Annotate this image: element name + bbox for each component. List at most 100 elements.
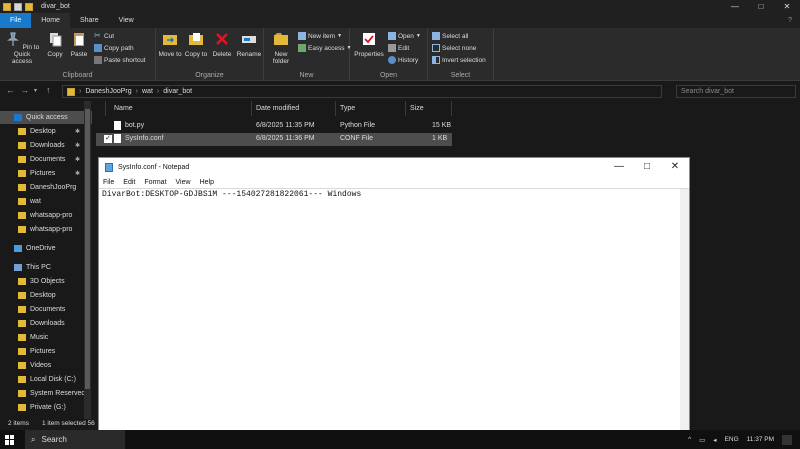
sidebar-item[interactable]: Music	[0, 331, 92, 344]
select-none-label: Select none	[442, 44, 477, 52]
notepad-close-button[interactable]: ✕	[661, 158, 689, 176]
navigation-scrollbar[interactable]	[84, 101, 91, 419]
select-none-icon	[432, 44, 440, 52]
paste-shortcut-button[interactable]: Paste shortcut	[94, 56, 146, 64]
history-button[interactable]: History	[388, 56, 418, 64]
tab-home[interactable]: Home	[31, 13, 70, 28]
rename-button[interactable]: Rename	[236, 31, 262, 58]
checkbox-checked-icon[interactable]: ✓	[104, 135, 112, 143]
file-date: 6/8/2025 11:35 PM	[256, 122, 315, 129]
sidebar-item-label: Downloads	[30, 142, 65, 149]
menu-format[interactable]: Format	[144, 179, 166, 186]
menu-file[interactable]: File	[103, 179, 114, 186]
sidebar-item[interactable]: Quick access	[0, 111, 92, 124]
sidebar-item[interactable]: System Reserved	[0, 387, 92, 400]
select-all-button[interactable]: Select all	[432, 32, 468, 40]
minimize-button[interactable]: —	[722, 0, 748, 13]
notepad-minimize-button[interactable]: —	[605, 158, 633, 176]
back-arrow-icon[interactable]: ←	[6, 85, 15, 95]
file-row-sysinfo-conf[interactable]: ✓ SysInfo.conf 6/8/2025 11:36 PM CONF Fi…	[96, 133, 452, 146]
up-arrow-icon[interactable]: ↑	[46, 85, 51, 95]
sidebar-item[interactable]: Desktop ✱	[0, 125, 92, 138]
notepad-text-area[interactable]: DivarBot:DESKTOP-GDJBS1M ---154027281822…	[99, 188, 689, 448]
sidebar-item-label: System Reserved	[30, 390, 86, 397]
tab-view[interactable]: View	[109, 13, 144, 28]
column-header-date[interactable]: Date modified	[252, 101, 336, 116]
sidebar-item[interactable]: Private (G:)	[0, 401, 92, 414]
recent-locations-icon[interactable]: ▾	[34, 87, 37, 94]
pin-icon: ✱	[74, 171, 80, 177]
tab-share[interactable]: Share	[70, 13, 109, 28]
sidebar-item-label: Documents	[30, 156, 66, 163]
sidebar-item[interactable]: Downloads ✱	[0, 139, 92, 152]
column-header-name[interactable]: Name	[110, 101, 252, 116]
sidebar-item[interactable]: DaneshJooPrg	[0, 181, 92, 194]
open-button[interactable]: Open ▼	[388, 32, 421, 40]
file-row-bot-py[interactable]: bot.py 6/8/2025 11:35 PM Python File 15 …	[96, 120, 452, 133]
menu-view[interactable]: View	[176, 179, 191, 186]
new-folder-icon[interactable]	[25, 2, 33, 11]
sidebar-item[interactable]: whatsapp-pro	[0, 209, 92, 222]
sidebar-item[interactable]: Videos	[0, 359, 92, 372]
history-label: History	[398, 56, 419, 64]
edit-button[interactable]: Edit	[388, 44, 409, 52]
history-icon	[388, 56, 396, 64]
invert-selection-button[interactable]: Invert selection	[432, 56, 486, 64]
tab-file[interactable]: File	[0, 13, 32, 28]
ribbon-tabs: File Home Share View ?	[0, 13, 800, 28]
notepad-titlebar: SysInfo.conf - Notepad — □ ✕	[99, 158, 689, 176]
sidebar-item[interactable]: This PC	[0, 261, 92, 274]
notepad-scrollbar[interactable]	[680, 189, 689, 448]
windows-start-icon[interactable]	[5, 434, 15, 445]
copy-to-button[interactable]: Copy to	[184, 31, 208, 58]
breadcrumb-wat[interactable]: wat	[142, 88, 153, 95]
pin-quick-access-button[interactable]: Pin to Quick access	[3, 31, 41, 65]
properties-icon	[363, 33, 375, 45]
move-to-button[interactable]: Move to	[158, 31, 182, 58]
sidebar-item[interactable]: Downloads	[0, 317, 92, 330]
column-header-size[interactable]: Size	[406, 101, 452, 116]
help-icon[interactable]: ?	[788, 17, 792, 24]
language-indicator[interactable]: ENG	[725, 436, 739, 443]
copy-button[interactable]: Copy	[45, 31, 65, 58]
sidebar-item[interactable]: Desktop	[0, 289, 92, 302]
forward-arrow-icon[interactable]: →	[20, 85, 29, 95]
properties-icon[interactable]	[14, 2, 22, 11]
network-icon[interactable]: ▭	[699, 436, 705, 444]
taskbar-search[interactable]: ⌕ Search	[25, 430, 125, 449]
paste-button[interactable]: Paste	[68, 31, 90, 58]
properties-button[interactable]: Properties	[352, 31, 386, 58]
menu-help[interactable]: Help	[200, 179, 214, 186]
tray-chevron-icon[interactable]: ^	[688, 436, 691, 443]
sidebar-item[interactable]: Documents ✱	[0, 153, 92, 166]
sidebar-item[interactable]: Local Disk (C:)	[0, 373, 92, 386]
sidebar-item[interactable]: whatsapp-pro	[0, 223, 92, 236]
new-item-button[interactable]: New item ▼	[298, 32, 342, 40]
easy-access-button[interactable]: Easy access ▼	[298, 44, 351, 52]
menu-edit[interactable]: Edit	[123, 179, 135, 186]
sidebar-item[interactable]: wat	[0, 195, 92, 208]
copy-path-button[interactable]: Copy path	[94, 44, 134, 52]
sidebar-item[interactable]: Documents	[0, 303, 92, 316]
sidebar-item[interactable]: Pictures ✱	[0, 167, 92, 180]
sidebar-item-label: whatsapp-pro	[30, 226, 73, 233]
sidebar-item[interactable]: Pictures	[0, 345, 92, 358]
notepad-maximize-button[interactable]: □	[633, 158, 661, 176]
maximize-button[interactable]: □	[748, 0, 774, 13]
breadcrumb-daneshjooprg[interactable]: DaneshJooPrg	[85, 88, 131, 95]
volume-icon[interactable]: ◂	[713, 436, 716, 444]
clock[interactable]: 11:37 PM	[747, 436, 774, 443]
sidebar-item[interactable]: OneDrive	[0, 242, 92, 255]
breadcrumb-divar-bot[interactable]: divar_bot	[163, 88, 192, 95]
address-bar[interactable]: › DaneshJooPrg › wat › divar_bot	[62, 85, 662, 98]
column-header-type[interactable]: Type	[336, 101, 406, 116]
sidebar-item[interactable]: 3D Objects	[0, 275, 92, 288]
delete-button[interactable]: Delete	[210, 31, 234, 58]
scrollbar-thumb[interactable]	[85, 109, 90, 389]
select-none-button[interactable]: Select none	[432, 44, 476, 52]
cut-button[interactable]: ✂ Cut	[94, 32, 114, 40]
new-folder-button[interactable]: New folder	[268, 31, 294, 65]
close-button[interactable]: ✕	[774, 0, 800, 13]
notifications-icon[interactable]	[782, 434, 792, 445]
search-input[interactable]: Search divar_bot	[676, 85, 796, 98]
